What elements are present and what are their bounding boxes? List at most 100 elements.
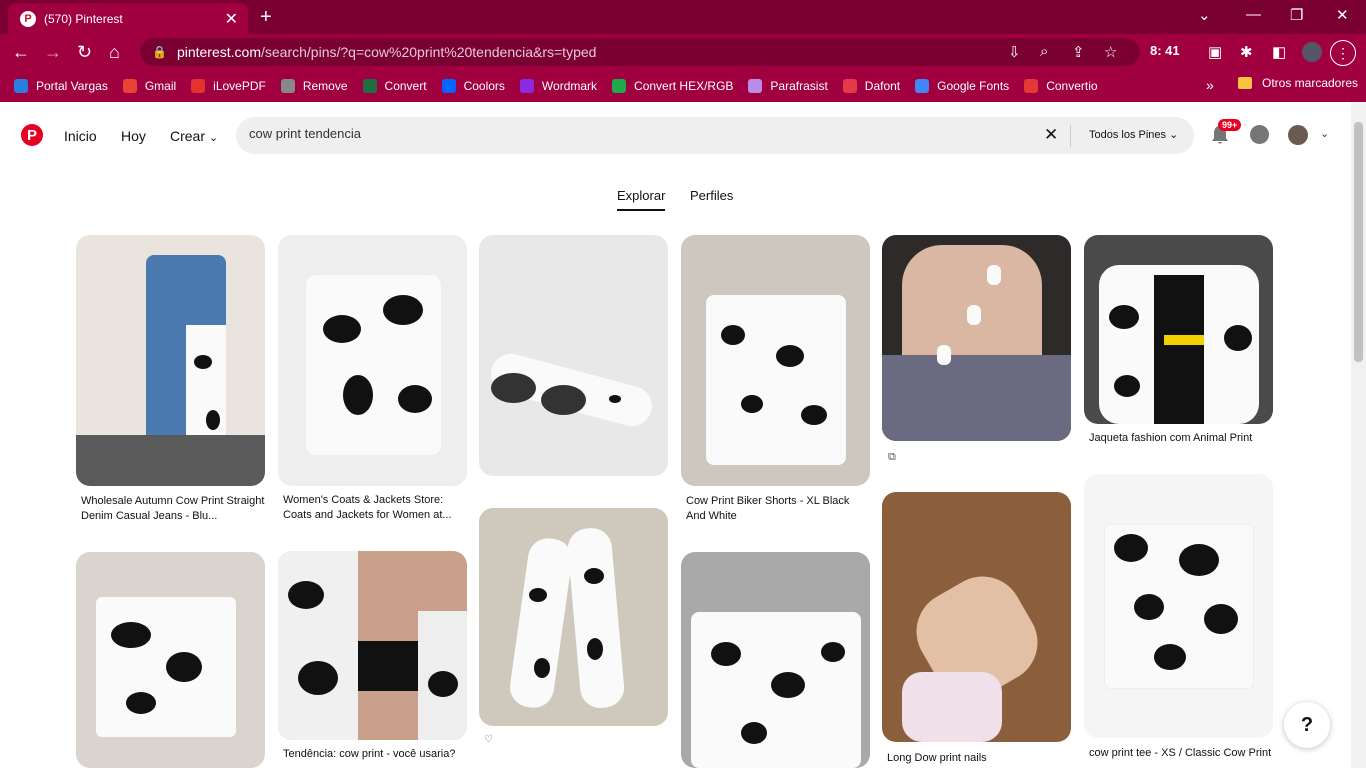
bookmarks-bar: Portal Vargas Gmail iLovePDF Remove Convert C…	[0, 70, 1366, 102]
profile-avatar[interactable]	[1302, 42, 1322, 62]
zoom-icon[interactable]: ⌕	[1040, 43, 1048, 60]
bookmark-label: Convert	[384, 79, 427, 93]
window-close-icon[interactable]: ✕	[1336, 6, 1349, 24]
bookmark-item[interactable]: Convert	[362, 79, 427, 93]
pin-filter-dropdown[interactable]: Todos los Pines ⌄	[1089, 128, 1178, 141]
pin-caption[interactable]: Tendência: cow print - você usaria?	[283, 747, 468, 762]
bookmark-favicon-icon	[519, 79, 534, 93]
nav-crear[interactable]: Crear ⌄	[170, 128, 218, 144]
pin-image-nails[interactable]	[882, 235, 1071, 441]
pin-image-biker-shorts[interactable]	[681, 235, 870, 486]
nav-hoy[interactable]: Hoy	[121, 128, 146, 144]
tab-perfiles[interactable]: Perfiles	[690, 188, 733, 203]
pin-image-fur-jacket[interactable]	[1084, 235, 1273, 424]
page-scrollbar[interactable]	[1351, 102, 1366, 768]
bookmark-item[interactable]: Wordmark	[519, 79, 597, 93]
close-tab-icon[interactable]: ✕	[225, 9, 238, 29]
bookmark-favicon-icon	[915, 79, 930, 93]
pin-caption[interactable]: Jaqueta fashion com Animal Print	[1089, 431, 1274, 446]
bookmark-label: Remove	[302, 79, 348, 93]
user-avatar[interactable]	[1288, 125, 1308, 145]
scrollbar-thumb[interactable]	[1354, 122, 1363, 362]
sidebar-icon[interactable]: ◧	[1272, 43, 1286, 61]
bookmarks-more-icon[interactable]: »	[1206, 77, 1214, 93]
install-icon[interactable]: ⇩	[1008, 43, 1021, 61]
pin-image-outfit[interactable]	[278, 551, 467, 740]
back-icon[interactable]: ←	[12, 42, 30, 62]
search-bar: ✕ Todos los Pines ⌄	[236, 117, 1194, 154]
extensions-icon[interactable]: ✱	[1240, 43, 1253, 61]
bookmark-label: Parafrasist	[770, 79, 828, 93]
repin-icon[interactable]: ⧉	[888, 451, 896, 464]
home-icon[interactable]: ⌂	[109, 42, 120, 62]
pin-caption[interactable]: Cow Print Biker Shorts - XL Black And Wh…	[686, 494, 871, 524]
pin-image-jacket[interactable]	[278, 235, 467, 486]
tab-title: (570) Pinterest	[44, 11, 123, 26]
address-bar[interactable]: 🔒 pinterest.com/search/pins/?q=cow%20pri…	[140, 38, 1140, 66]
bookmark-favicon-icon	[280, 79, 295, 93]
pin-image-crop-top[interactable]	[681, 552, 870, 768]
browser-menu-icon[interactable]: ⋮	[1330, 40, 1356, 66]
share-icon[interactable]: ⇪	[1072, 43, 1085, 61]
bookmark-favicon-icon	[612, 79, 627, 93]
help-button[interactable]: ?	[1284, 702, 1330, 748]
reload-icon[interactable]: ↻	[77, 42, 92, 62]
other-bookmarks[interactable]: Otros marcadores	[1238, 76, 1358, 90]
lock-icon[interactable]: 🔒	[152, 45, 167, 59]
bookmark-label: Portal Vargas	[36, 79, 108, 93]
bookmark-star-icon[interactable]: ☆	[1104, 43, 1117, 61]
bookmark-item[interactable]: Parafrasist	[748, 79, 828, 93]
clear-search-icon[interactable]: ✕	[1044, 125, 1058, 145]
pin-image-nails-hand[interactable]	[882, 492, 1071, 742]
bookmark-favicon-icon	[748, 79, 763, 93]
pin-caption[interactable]: Women's Coats & Jackets Store: Coats and…	[283, 493, 468, 523]
pinterest-logo-icon[interactable]: P	[21, 124, 43, 146]
bookmark-item[interactable]: Portal Vargas	[14, 79, 108, 93]
pin-image-shorts[interactable]	[76, 552, 265, 768]
screen-capture-icon[interactable]: ▣	[1208, 43, 1222, 61]
browser-tab[interactable]: P (570) Pinterest ✕	[8, 3, 248, 34]
bookmark-label: Dafont	[864, 79, 901, 93]
bookmark-item[interactable]: Convertio	[1024, 79, 1098, 93]
bookmark-item[interactable]: Remove	[280, 79, 348, 93]
pin-image-sunglasses[interactable]	[479, 235, 668, 476]
forward-icon[interactable]: →	[44, 42, 62, 62]
pin-image-socks[interactable]	[479, 508, 668, 726]
bookmark-label: iLovePDF	[213, 79, 266, 93]
messages-icon[interactable]	[1250, 125, 1269, 144]
browser-toolbar: ← → ↻ ⌂ 🔒 pinterest.com/search/pins/?q=c…	[0, 34, 1366, 70]
pinterest-favicon-icon: P	[20, 10, 36, 27]
url-path: /search/pins/?q=cow%20print%20tendencia&…	[261, 44, 597, 60]
minimize-icon[interactable]: —	[1246, 6, 1261, 23]
pin-caption[interactable]: Long Dow print nails	[887, 751, 1072, 766]
browser-tab-bar: P (570) Pinterest ✕ + ⌄ — ❐ ✕	[0, 0, 1366, 34]
tab-search-icon[interactable]: ⌄	[1198, 6, 1211, 24]
notifications-badge: 99+	[1218, 119, 1242, 131]
pin-filter-label: Todos los Pines	[1089, 129, 1167, 141]
nav-inicio[interactable]: Inicio	[64, 128, 97, 144]
account-chevron-down-icon[interactable]: ⌄	[1320, 127, 1329, 140]
bookmark-item[interactable]: Google Fonts	[915, 79, 1009, 93]
bookmark-item[interactable]: Convert HEX/RGB	[612, 79, 733, 93]
bookmark-favicon-icon	[441, 79, 456, 93]
bookmark-item[interactable]: iLovePDF	[191, 79, 266, 93]
pin-caption[interactable]: Wholesale Autumn Cow Print Straight Deni…	[81, 494, 266, 524]
heart-icon[interactable]: ♡	[484, 734, 493, 745]
pin-image-jeans[interactable]	[76, 235, 265, 486]
pin-image-tee[interactable]	[1084, 474, 1273, 738]
pin-caption[interactable]: cow print tee - XS / Classic Cow Print	[1089, 746, 1274, 768]
bookmark-favicon-icon	[1024, 79, 1039, 93]
nav-crear-label: Crear	[170, 128, 206, 144]
bookmark-label: Gmail	[144, 79, 177, 93]
bookmark-item[interactable]: Dafont	[842, 79, 901, 93]
bookmark-item[interactable]: Gmail	[122, 79, 177, 93]
new-tab-icon[interactable]: +	[260, 6, 272, 29]
bookmark-item[interactable]: Coolors	[441, 79, 505, 93]
chevron-down-icon: ⌄	[208, 132, 219, 144]
bookmark-label: Google Fonts	[937, 79, 1010, 93]
search-input[interactable]	[249, 126, 1029, 141]
tab-explorar[interactable]: Explorar	[617, 188, 666, 211]
restore-icon[interactable]: ❐	[1290, 6, 1303, 24]
folder-icon	[1238, 77, 1252, 89]
clock-extension[interactable]: 8: 41	[1150, 43, 1180, 58]
